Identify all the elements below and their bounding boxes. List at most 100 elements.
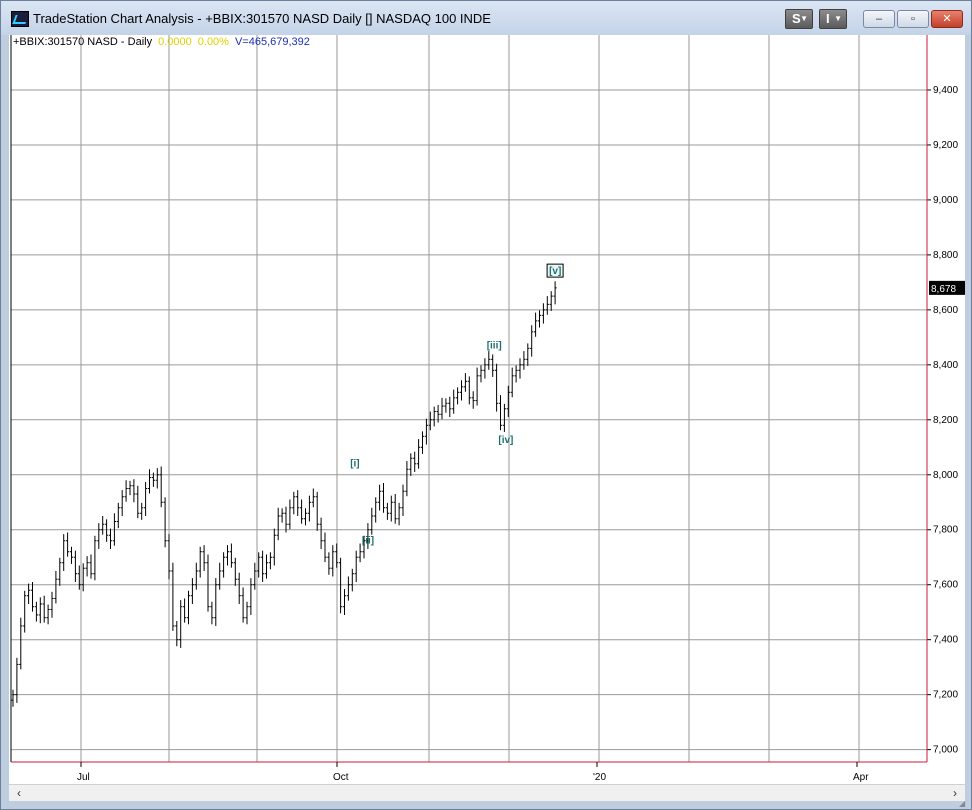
price-bar[interactable] [541,303,545,324]
price-bar[interactable] [393,494,397,524]
price-bar[interactable] [479,365,483,383]
price-bar[interactable] [498,395,503,431]
close-button[interactable]: ✕ [931,10,963,28]
price-bar[interactable] [194,562,198,590]
price-bar[interactable] [42,595,46,623]
price-bar[interactable] [163,497,167,548]
price-bar[interactable] [514,365,518,383]
price-bar[interactable] [249,578,253,615]
price-bar[interactable] [342,589,347,615]
price-bar[interactable] [159,466,163,508]
price-bar[interactable] [11,689,15,707]
price-bar[interactable] [179,600,183,648]
price-bar[interactable] [108,528,113,549]
price-bar[interactable] [339,557,343,614]
price-bar[interactable] [237,572,241,604]
price-bar[interactable] [241,587,245,623]
price-bar[interactable] [452,389,456,414]
price-bar[interactable] [73,550,77,582]
price-bar[interactable] [319,517,323,549]
price-bar[interactable] [116,502,120,529]
price-bar[interactable] [144,481,148,517]
price-bar[interactable] [296,490,300,517]
price-bar[interactable] [401,484,405,517]
price-bar[interactable] [491,354,495,377]
price-bar[interactable] [190,578,194,604]
price-bar[interactable] [261,550,265,582]
resize-grip-icon[interactable]: ◢ [959,799,969,808]
price-chart[interactable]: 9,400 9,200 9,000 8,800 8,600 8,400 8,200 8,000… [9,35,965,784]
price-bar[interactable] [300,499,304,524]
price-bar[interactable] [323,532,327,563]
price-bar[interactable] [198,546,202,578]
horizontal-scrollbar[interactable]: ‹ › [9,784,965,801]
price-bar[interactable] [202,545,206,571]
price-bar[interactable] [346,576,350,601]
price-bar[interactable] [66,532,70,557]
price-bar[interactable] [136,485,140,519]
price-bar[interactable] [27,583,31,604]
price-bar[interactable] [245,601,249,625]
price-bar[interactable] [101,516,105,535]
price-bar[interactable] [167,534,171,580]
price-bar[interactable] [303,508,308,526]
price-bar[interactable] [229,543,233,568]
price-bar[interactable] [487,351,491,370]
price-bar[interactable] [186,590,191,625]
price-bar[interactable] [420,431,425,454]
price-bar[interactable] [518,358,522,379]
price-bar[interactable] [385,502,389,520]
price-bar[interactable] [432,406,436,427]
price-bar[interactable] [405,461,409,497]
price-bar[interactable] [132,479,136,503]
price-bar[interactable] [272,528,276,566]
price-bar[interactable] [69,546,74,564]
price-bar[interactable] [537,310,542,328]
price-bar[interactable] [93,535,97,581]
price-bar[interactable] [264,554,269,579]
maximize-button[interactable]: ▫ [897,10,929,28]
price-bar[interactable] [502,403,506,432]
price-bar[interactable] [253,562,257,590]
price-bar[interactable] [354,550,358,582]
scroll-left-arrow-icon[interactable]: ‹ [11,786,27,800]
price-bar[interactable] [147,469,152,494]
price-bar[interactable] [46,604,50,625]
price-bar[interactable] [459,380,464,401]
price-bar[interactable] [553,281,557,305]
price-bar[interactable] [23,590,27,633]
price-bar[interactable] [483,358,487,379]
price-bar[interactable] [105,519,109,542]
price-bar[interactable] [62,534,66,571]
price-bar[interactable] [467,376,471,405]
price-bar[interactable] [58,557,62,586]
s-dropdown-button[interactable]: S ▼ [785,9,813,29]
price-bar[interactable] [370,507,374,535]
price-bar[interactable] [155,468,159,489]
price-bar[interactable] [471,391,475,409]
price-bar[interactable] [534,312,538,337]
price-bar[interactable] [276,507,280,541]
price-bar[interactable] [315,491,319,531]
price-bar[interactable] [409,453,413,476]
price-bar[interactable] [331,545,335,577]
price-bar[interactable] [124,480,128,502]
price-bar[interactable] [292,491,296,515]
price-bar[interactable] [378,484,382,511]
price-bar[interactable] [30,581,35,612]
price-bar[interactable] [424,418,428,445]
price-bar[interactable] [268,552,272,570]
title-bar[interactable]: TradeStation Chart Analysis - +BBIX:3015… [1,1,971,35]
price-bar[interactable] [233,557,237,586]
price-bar[interactable] [225,545,230,566]
price-bar[interactable] [50,591,54,618]
price-bar[interactable] [171,562,175,631]
price-bar[interactable] [218,562,222,590]
price-bar[interactable] [128,480,132,496]
price-bar[interactable] [413,451,417,473]
price-bar[interactable] [526,343,530,366]
price-bar[interactable] [448,396,452,418]
price-bar[interactable] [381,483,386,513]
price-bar[interactable] [389,495,393,522]
price-bar[interactable] [97,523,101,549]
